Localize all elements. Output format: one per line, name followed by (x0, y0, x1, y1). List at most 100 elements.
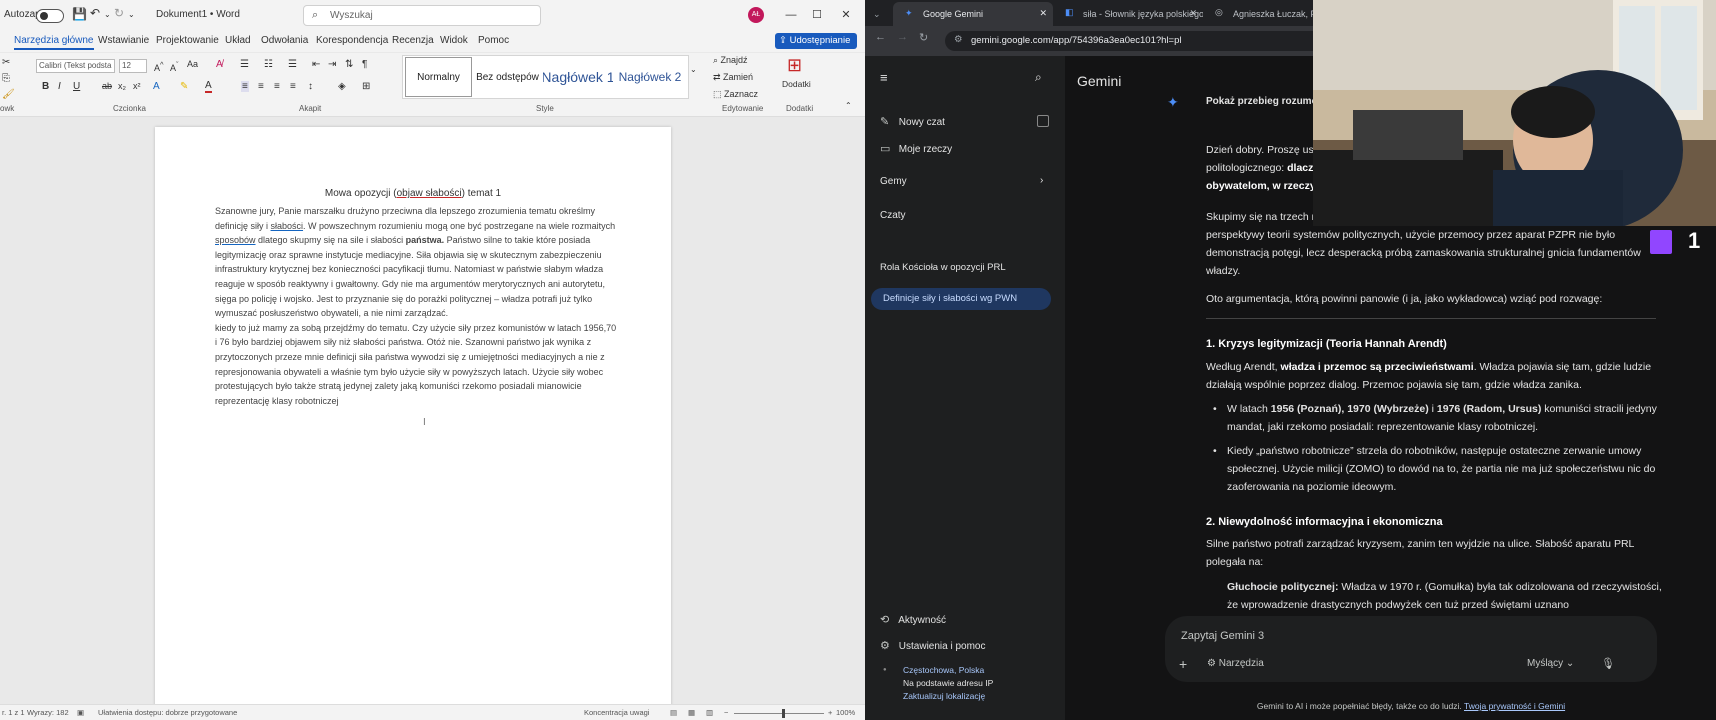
copy-icon[interactable]: ⎘ (2, 73, 10, 84)
change-case-icon[interactable]: Aa (187, 59, 198, 69)
tab-view[interactable]: Widok (440, 35, 468, 46)
tools-button[interactable]: ⚙ Narzędzia (1207, 658, 1264, 669)
bold-icon[interactable]: B (42, 81, 49, 92)
tab-design[interactable]: Projektowanie (156, 35, 219, 46)
new-chat-button[interactable]: ✎ Nowy czat (880, 115, 945, 128)
my-stuff-button[interactable]: ▭ Moje rzeczy (880, 142, 952, 155)
print-layout-icon[interactable]: ▦ (688, 708, 695, 717)
bullets-icon[interactable]: ☰ (240, 59, 249, 70)
autosave-toggle[interactable] (36, 9, 64, 23)
underline-icon[interactable]: U (73, 81, 80, 92)
close-tab-icon[interactable]: ✕ (1189, 8, 1197, 19)
document-canvas[interactable]: Mowa opozycji (objaw słabości) temat 1 S… (0, 117, 865, 704)
shrink-font-icon[interactable]: Aˇ (170, 60, 179, 73)
superscript-icon[interactable]: x² (133, 81, 141, 91)
tab-home[interactable]: Narzędzia główne (14, 35, 94, 50)
page-count[interactable]: r. 1 z 1 (2, 708, 25, 717)
tab-help[interactable]: Pomoc (478, 35, 509, 46)
style-no-spacing[interactable]: Bez odstępów (474, 57, 541, 97)
mode-selector[interactable]: Myślący ⌄ (1527, 658, 1574, 669)
search-box[interactable]: ⌕ Wyszukaj (303, 5, 541, 26)
pilcrow-icon[interactable]: ¶ (362, 59, 367, 70)
align-center-icon[interactable]: ≡ (258, 81, 264, 92)
undo-dropdown-icon[interactable]: ⌄ (104, 10, 111, 19)
highlight-icon[interactable]: ✎ (180, 81, 188, 92)
font-size-select[interactable]: 12 (119, 59, 147, 73)
styles-more-icon[interactable]: ⌄ (690, 65, 697, 74)
accessibility-status[interactable]: Ułatwienia dostępu: dobrze przygotowane (98, 708, 237, 717)
format-painter-icon[interactable]: 🖌 (2, 89, 15, 100)
borders-icon[interactable]: ⊞ (362, 81, 370, 92)
forward-icon[interactable]: → (897, 31, 908, 43)
align-left-icon[interactable]: ≡ (241, 81, 249, 92)
close-tab-icon[interactable]: ✕ (1039, 8, 1047, 19)
read-mode-icon[interactable]: ▤ (670, 708, 677, 717)
zoom-level[interactable]: 100% (836, 708, 855, 717)
find-button[interactable]: ⌕ Znajdź (713, 55, 748, 66)
chat-item[interactable]: Rola Kościoła w opozycji PRL (880, 262, 1006, 273)
privacy-link[interactable]: Twoja prywatność i Gemini (1464, 701, 1565, 711)
activity-button[interactable]: ⟲ Aktywność (880, 613, 946, 626)
tab-search-icon[interactable]: ⌄ (873, 2, 889, 26)
redo-icon[interactable]: ↻ (114, 6, 124, 20)
qat-dropdown-icon[interactable]: ⌄ (128, 10, 135, 19)
gemini-logo[interactable]: Gemini (1077, 73, 1121, 89)
chat-item-active[interactable]: Definicje siły i słabości wg PWN (871, 288, 1051, 310)
zoom-out-icon[interactable]: − (724, 708, 728, 717)
undo-icon[interactable]: ↶ (90, 6, 100, 20)
gems-button[interactable]: Gemy (880, 176, 907, 187)
browser-tab-gemini[interactable]: ✦ Google Gemini ✕ (893, 2, 1053, 26)
document-title[interactable]: Mowa opozycji (objaw słabości) temat 1 (155, 188, 671, 199)
prompt-input-box[interactable]: Zapytaj Gemini 3 + ⚙ Narzędzia Myślący ⌄… (1165, 616, 1657, 682)
add-icon[interactable]: + (1179, 656, 1187, 672)
save-icon[interactable]: 💾 (72, 7, 87, 21)
zoom-slider[interactable] (734, 713, 824, 714)
replace-button[interactable]: ⇄ Zamień (713, 72, 753, 83)
settings-button[interactable]: ⚙ Ustawienia i pomoc (880, 639, 986, 652)
cut-icon[interactable]: ✂ (2, 57, 10, 68)
reload-icon[interactable]: ↻ (919, 31, 928, 44)
browser-tab-dictionary[interactable]: ◧ siła - Słownik języka polskiego ✕ (1053, 2, 1203, 26)
align-right-icon[interactable]: ≡ (274, 81, 280, 92)
zoom-in-icon[interactable]: + (828, 708, 832, 717)
avatar[interactable]: AŁ (748, 7, 764, 23)
text-effects-icon[interactable]: A (153, 81, 160, 92)
tab-insert[interactable]: Wstawianie (98, 35, 149, 46)
increase-indent-icon[interactable]: ⇥ (328, 59, 336, 70)
grow-font-icon[interactable]: A^ (154, 60, 164, 73)
addins-icon[interactable]: ⊞ (787, 55, 802, 76)
site-info-icon[interactable]: ⚙ (954, 34, 963, 45)
collapse-ribbon-icon[interactable]: ⌃ (845, 101, 852, 110)
font-name-select[interactable]: Calibri (Tekst podsta (36, 59, 115, 73)
shading-icon[interactable]: ◈ (338, 81, 346, 92)
tab-layout[interactable]: Układ (225, 35, 251, 46)
chevron-right-icon[interactable]: › (1040, 175, 1043, 186)
temporary-chat-icon[interactable] (1037, 115, 1049, 127)
style-heading-1[interactable]: Nagłówek 1 (543, 57, 613, 97)
font-color-icon[interactable]: A (205, 81, 212, 93)
proofing-icon[interactable]: ▣ (77, 708, 84, 717)
tab-references[interactable]: Odwołania (261, 35, 308, 46)
numbering-icon[interactable]: ☷ (264, 59, 273, 70)
style-normal[interactable]: Normalny (405, 57, 472, 97)
tab-mailings[interactable]: Korespondencja (316, 35, 388, 46)
web-layout-icon[interactable]: ▥ (706, 708, 713, 717)
share-button[interactable]: ⇪ Udostępnianie (775, 33, 857, 49)
search-chats-icon[interactable]: ⌕ (1035, 70, 1042, 85)
menu-icon[interactable]: ≡ (880, 70, 888, 85)
close-button[interactable]: ✕ (835, 6, 857, 24)
strikethrough-icon[interactable]: ab (102, 81, 112, 91)
clear-formatting-icon[interactable]: A̸ (216, 59, 223, 70)
document-page[interactable]: Mowa opozycji (objaw słabości) temat 1 S… (155, 127, 671, 704)
document-body[interactable]: Szanowne jury, Panie marszałku drużyno p… (215, 204, 617, 408)
update-location-link[interactable]: Zaktualizuj lokalizację (903, 691, 985, 701)
italic-icon[interactable]: I (58, 81, 61, 92)
prompt-input[interactable]: Zapytaj Gemini 3 (1181, 630, 1264, 642)
minimize-button[interactable]: — (780, 6, 802, 24)
line-spacing-icon[interactable]: ↕ (308, 81, 313, 92)
sort-icon[interactable]: ⇅ (345, 59, 353, 70)
zoom-slider-thumb[interactable] (782, 709, 785, 718)
decrease-indent-icon[interactable]: ⇤ (312, 59, 320, 70)
subscript-icon[interactable]: x₂ (118, 81, 126, 91)
back-icon[interactable]: ← (875, 31, 886, 43)
